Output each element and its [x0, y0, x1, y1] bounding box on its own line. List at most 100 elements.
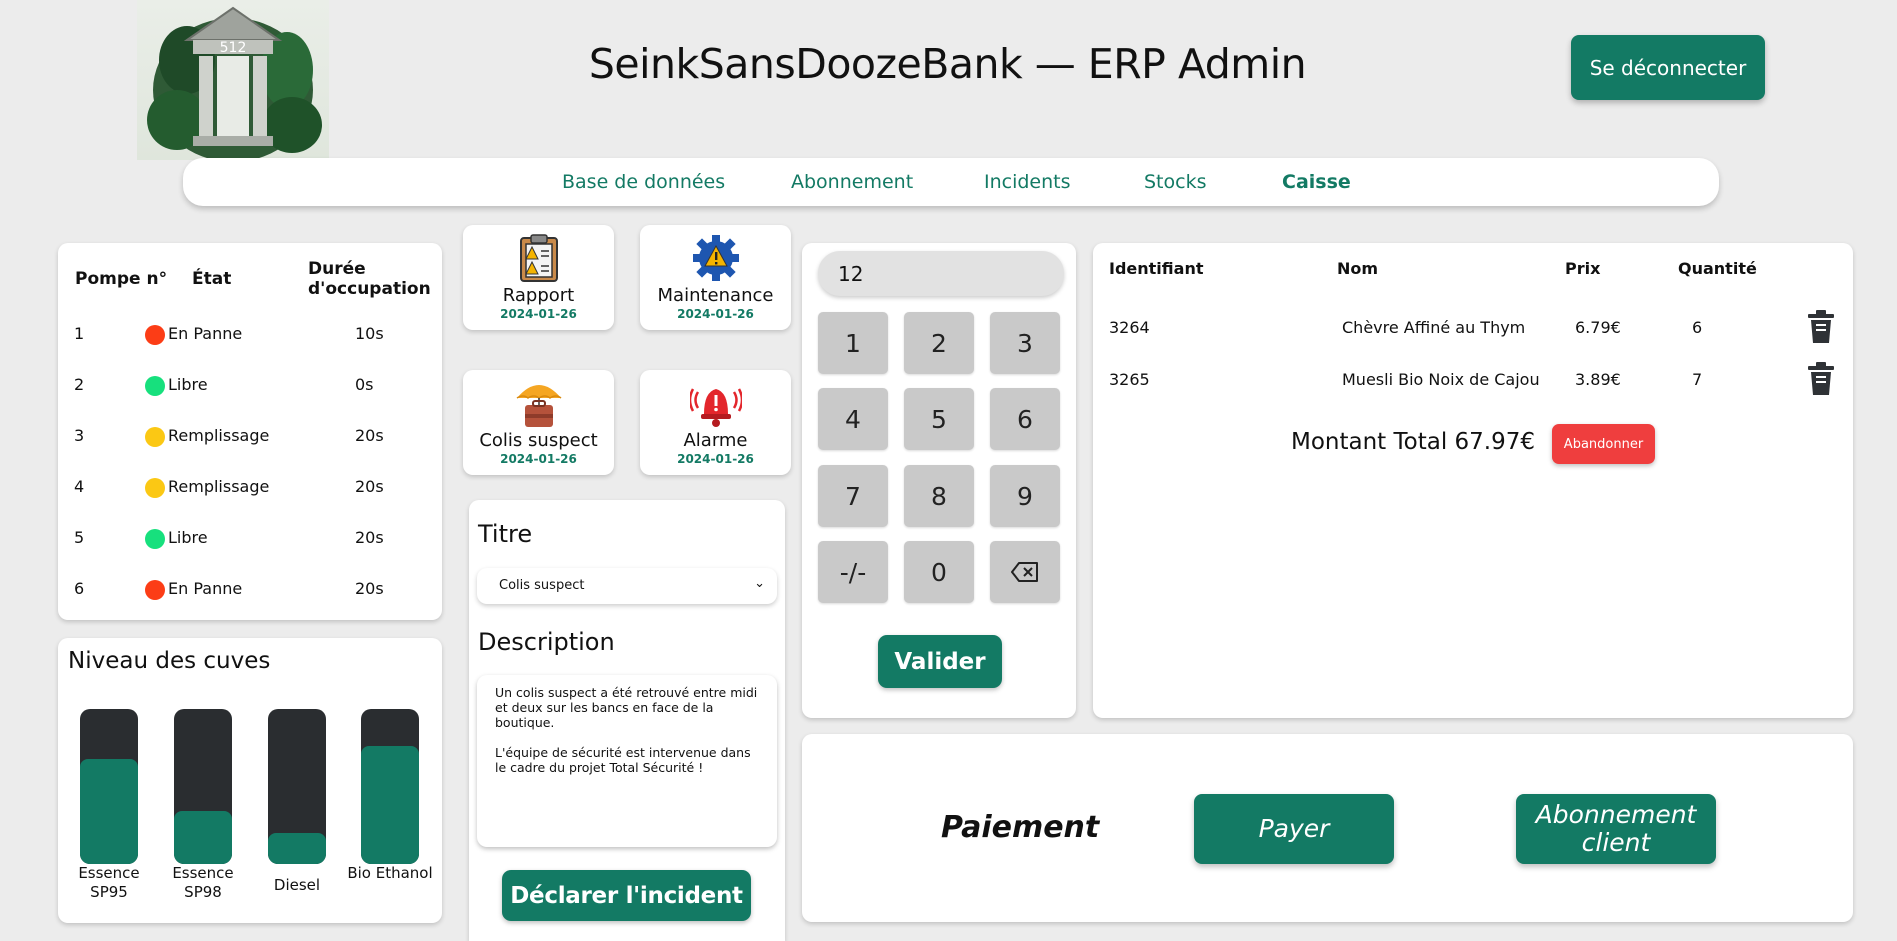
pump-row: 6 En Panne 20s: [58, 573, 442, 603]
pump-row: 2 Libre 0s: [58, 369, 442, 399]
nav-item-incidents[interactable]: Incidents: [984, 171, 1071, 193]
pump-status-table: Pompe n° État Durée d'occupation 1 En Pa…: [58, 243, 442, 620]
cart-item-id: 3264: [1109, 318, 1150, 337]
main-nav: Base de données Abonnement Incidents Sto…: [183, 158, 1719, 206]
pump-status-dot: [145, 580, 165, 600]
incident-card-label: Alarme: [683, 430, 748, 451]
pump-id: 4: [74, 477, 85, 496]
backspace-key[interactable]: [990, 541, 1060, 603]
incident-card-alarm[interactable]: Alarme 2024-01-26: [640, 370, 791, 475]
pump-id: 3: [74, 426, 85, 445]
tank-fill: [174, 811, 232, 864]
alarm-bell-icon: [688, 378, 743, 432]
incident-type-selected: Colis suspect: [499, 578, 585, 593]
incident-card-report[interactable]: Rapport 2024-01-26: [463, 225, 614, 330]
pump-row: 4 Remplissage 20s: [58, 471, 442, 501]
pump-status-dot: [145, 529, 165, 549]
cart-item-quantity: 6: [1692, 318, 1703, 337]
pump-row: 3 Remplissage 20s: [58, 420, 442, 450]
title-field-label: Titre: [478, 520, 533, 548]
incident-card-suspicious-package[interactable]: Colis suspect 2024-01-26: [463, 370, 614, 475]
incident-card-date: 2024-01-26: [677, 452, 754, 466]
pump-state: Libre: [168, 375, 208, 394]
pump-status-dot: [145, 325, 165, 345]
trash-icon[interactable]: [1806, 310, 1836, 348]
tank-levels-panel: Niveau des cuves Essence SP95 Essence SP…: [58, 638, 442, 923]
key-1[interactable]: 1: [818, 312, 888, 374]
key-5[interactable]: 5: [904, 388, 974, 450]
logo-number: 512: [220, 40, 247, 56]
cart-table: Identifiant Nom Prix Quantité 3264 Chèvr…: [1093, 243, 1853, 718]
incident-type-select[interactable]: Colis suspect ⌄: [477, 568, 777, 604]
nav-item-stocks[interactable]: Stocks: [1144, 171, 1206, 193]
key-6[interactable]: 6: [990, 388, 1060, 450]
incident-card-date: 2024-01-26: [677, 307, 754, 321]
header-duration: Durée d'occupation: [308, 259, 431, 299]
numeric-keypad: 12 1 2 3 4 5 6 7 8 9 -/- 0 Valider: [802, 243, 1076, 718]
pump-state: Libre: [168, 528, 208, 547]
validate-button[interactable]: Valider: [878, 635, 1002, 688]
header-state: État: [192, 269, 232, 289]
key-3[interactable]: 3: [990, 312, 1060, 374]
umbrella-package-icon: [514, 378, 564, 434]
tank-label: Essence SP98: [172, 864, 234, 901]
pump-id: 6: [74, 579, 85, 598]
key-9[interactable]: 9: [990, 465, 1060, 527]
key-2[interactable]: 2: [904, 312, 974, 374]
incident-card-label: Colis suspect: [479, 430, 598, 451]
keypad-display[interactable]: 12: [818, 251, 1064, 296]
trash-icon[interactable]: [1806, 362, 1836, 400]
nav-item-checkout[interactable]: Caisse: [1282, 171, 1351, 193]
tank-fill: [268, 833, 326, 864]
header-name: Nom: [1337, 259, 1379, 278]
pump-id: 2: [74, 375, 85, 394]
pump-state: En Panne: [168, 324, 243, 343]
tank-label: Diesel: [273, 876, 321, 894]
cart-item-price: 6.79€: [1575, 318, 1621, 337]
key-sign[interactable]: -/-: [818, 541, 888, 603]
pump-duration: 20s: [355, 528, 384, 547]
tank-gauge: [361, 709, 419, 864]
declare-incident-button[interactable]: Déclarer l'incident: [502, 870, 751, 921]
abandon-button[interactable]: Abandonner: [1552, 424, 1655, 464]
tanks-title: Niveau des cuves: [68, 648, 271, 674]
nav-item-database[interactable]: Base de données: [562, 171, 725, 193]
key-8[interactable]: 8: [904, 465, 974, 527]
pump-duration: 20s: [355, 579, 384, 598]
pump-row: 5 Libre 20s: [58, 522, 442, 552]
header-id: Identifiant: [1109, 259, 1204, 278]
incident-card-maintenance[interactable]: Maintenance 2024-01-26: [640, 225, 791, 330]
logout-button[interactable]: Se déconnecter: [1571, 35, 1765, 100]
tank-fill: [80, 758, 138, 864]
incident-card-label: Rapport: [502, 285, 575, 306]
description-field-label: Description: [478, 628, 615, 656]
total-amount: Montant Total 67.97€: [1291, 429, 1536, 455]
pay-button[interactable]: Payer: [1194, 794, 1394, 864]
cart-item-id: 3265: [1109, 370, 1150, 389]
pump-duration: 10s: [355, 324, 384, 343]
description-textarea[interactable]: Un colis suspect a été retrouvé entre mi…: [477, 675, 777, 847]
bank-logo: 512: [137, 0, 329, 162]
pump-duration: 20s: [355, 426, 384, 445]
cart-item-name: Chèvre Affiné au Thym: [1342, 318, 1526, 337]
tank-label: Bio Ethanol: [347, 864, 433, 882]
incident-card-date: 2024-01-26: [500, 452, 577, 466]
backspace-icon: [1011, 562, 1038, 582]
cart-item-price: 3.89€: [1575, 370, 1621, 389]
key-0[interactable]: 0: [904, 541, 974, 603]
pump-state: Remplissage: [168, 477, 270, 496]
tank-fill: [361, 746, 419, 864]
pump-id: 5: [74, 528, 85, 547]
pump-duration: 20s: [355, 477, 384, 496]
incident-form: Titre Colis suspect ⌄ Description Un col…: [469, 500, 785, 941]
pump-duration: 0s: [355, 375, 374, 394]
cart-item-name: Muesli Bio Noix de Cajou: [1342, 370, 1540, 389]
nav-item-subscription[interactable]: Abonnement: [791, 171, 913, 193]
key-4[interactable]: 4: [818, 388, 888, 450]
key-7[interactable]: 7: [818, 465, 888, 527]
incident-card-date: 2024-01-26: [500, 307, 577, 321]
header-price: Prix: [1565, 259, 1601, 278]
pump-status-dot: [145, 478, 165, 498]
subscription-client-button[interactable]: Abonnement client: [1516, 794, 1716, 864]
pump-state: En Panne: [168, 579, 243, 598]
